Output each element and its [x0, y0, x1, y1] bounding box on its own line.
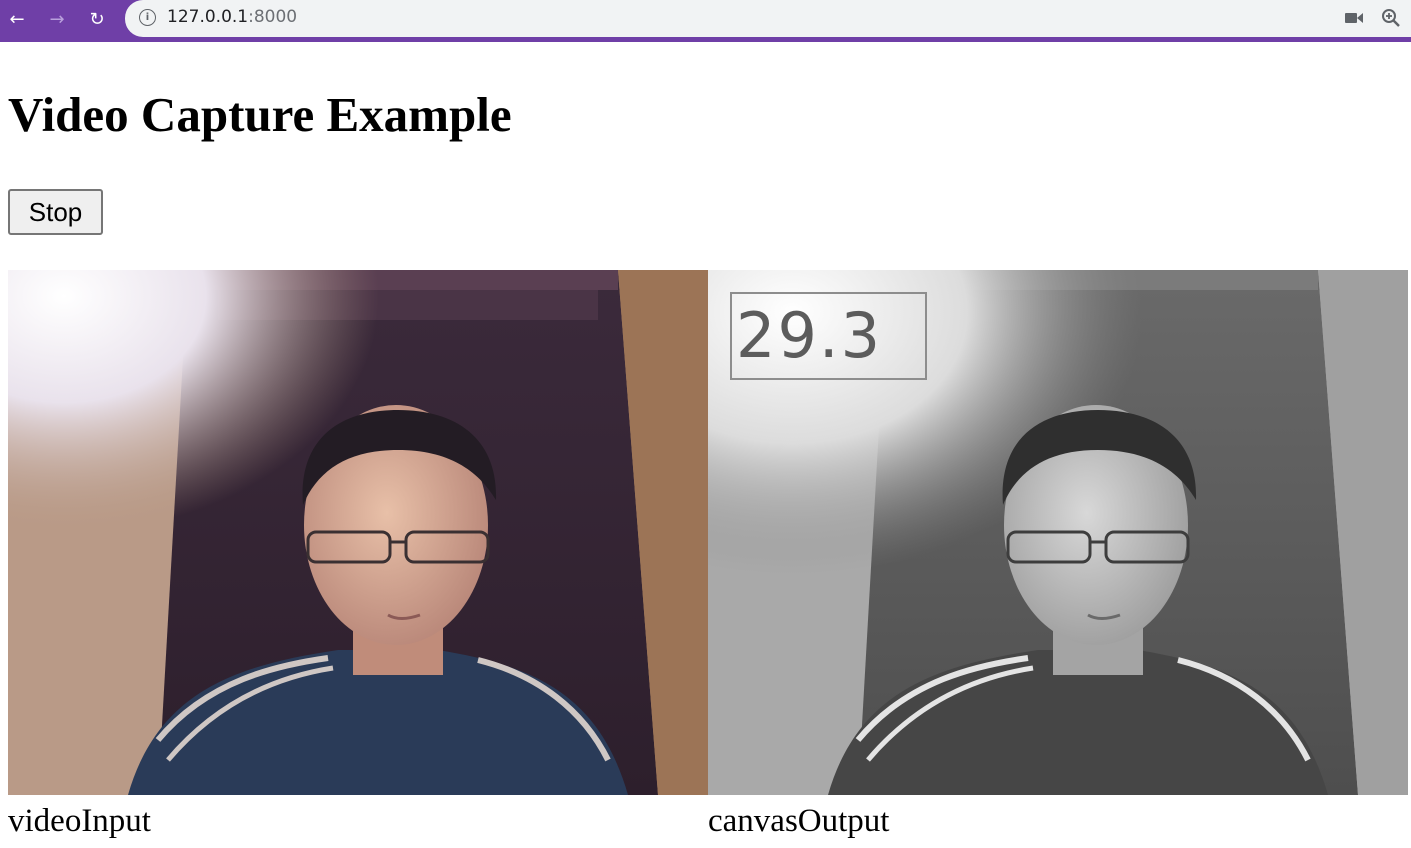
forward-icon[interactable]: → — [44, 6, 70, 32]
video-input — [8, 270, 708, 795]
video-input-caption: videoInput — [8, 803, 151, 839]
back-icon[interactable]: ← — [4, 6, 30, 32]
camera-icon[interactable] — [1343, 9, 1365, 27]
url-port: :8000 — [248, 7, 298, 27]
reload-icon[interactable]: ↻ — [84, 6, 110, 32]
canvas-output: 29.3 — [708, 270, 1408, 795]
stop-button[interactable]: Stop — [8, 189, 103, 235]
zoom-icon[interactable] — [1380, 7, 1402, 29]
fps-readout: 29.3 — [730, 292, 927, 380]
url-text[interactable]: 127.0.0.1:8000 — [167, 7, 297, 27]
url-host: 127.0.0.1 — [167, 7, 249, 27]
page-title: Video Capture Example — [8, 87, 512, 142]
canvas-output-caption: canvasOutput — [708, 803, 890, 839]
info-icon[interactable]: i — [139, 9, 156, 26]
address-bar[interactable] — [125, 0, 1411, 37]
